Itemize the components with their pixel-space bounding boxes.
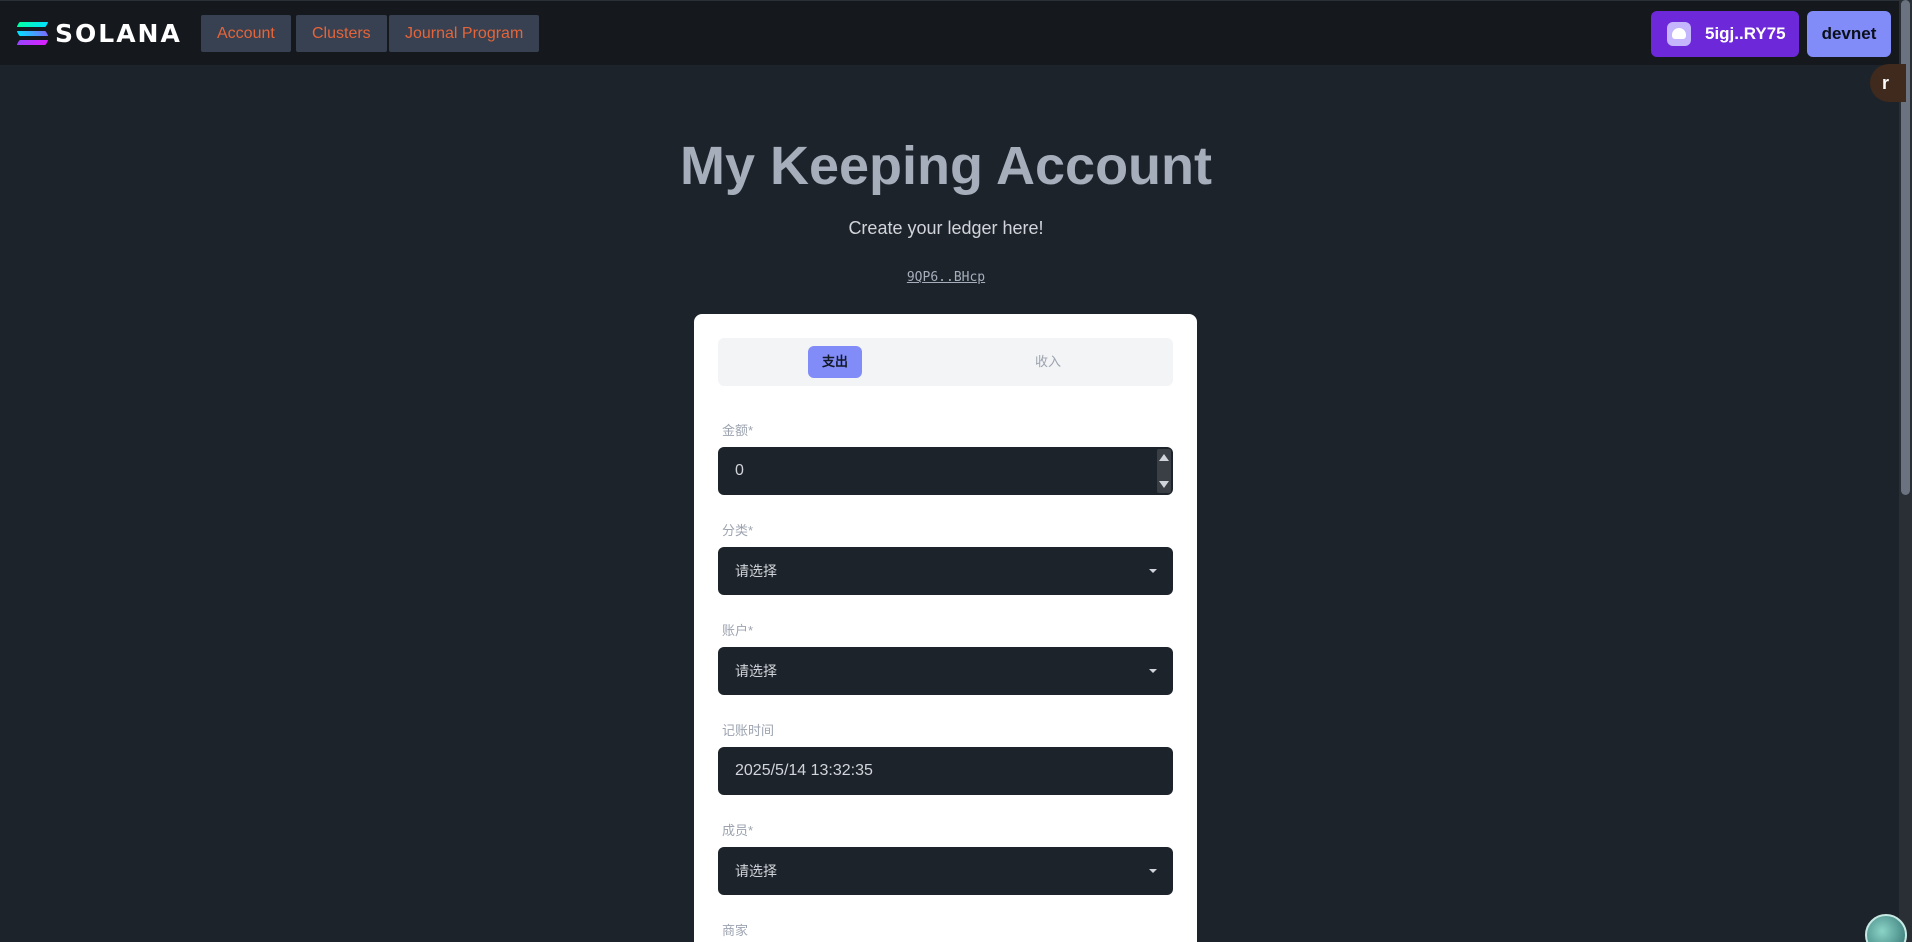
nav-link-journal-program[interactable]: Journal Program bbox=[389, 15, 540, 52]
floating-side-button[interactable]: r bbox=[1870, 64, 1906, 102]
page-scrollbar[interactable] bbox=[1899, 0, 1912, 942]
caret-down-icon bbox=[1149, 669, 1157, 673]
amount-stepper[interactable] bbox=[1157, 449, 1171, 493]
page-subtitle: Create your ledger here! bbox=[848, 218, 1044, 238]
member-value: 请选择 bbox=[735, 863, 777, 879]
program-address-link[interactable]: 9QP6..BHcp bbox=[0, 270, 1892, 285]
member-select[interactable]: 请选择 bbox=[718, 847, 1173, 895]
page-title: My Keeping Account bbox=[679, 136, 1213, 196]
account-value: 请选择 bbox=[735, 663, 777, 679]
side-badge-icon: r bbox=[1882, 73, 1890, 93]
tab-expense[interactable]: 支出 bbox=[808, 346, 862, 378]
time-label: 记账时间 bbox=[722, 723, 775, 738]
time-input[interactable]: 2025/5/14 13:32:35 bbox=[718, 747, 1173, 795]
category-select[interactable]: 请选择 bbox=[718, 547, 1173, 595]
merchant-label: 商家 bbox=[722, 923, 749, 938]
member-label: 成员* bbox=[722, 823, 754, 838]
top-nav-bar: SOLANA Account Clusters Journal Program … bbox=[0, 0, 1899, 65]
phantom-wallet-icon bbox=[1667, 22, 1691, 46]
wallet-address-label: 5igj..RY75 bbox=[1705, 24, 1786, 43]
solana-logo[interactable]: SOLANA bbox=[16, 19, 182, 48]
amount-value: 0 bbox=[735, 462, 744, 479]
stepper-up-icon[interactable] bbox=[1159, 454, 1169, 461]
category-label: 分类* bbox=[722, 523, 754, 538]
cluster-select-button[interactable]: devnet bbox=[1807, 11, 1891, 57]
caret-down-icon bbox=[1149, 569, 1157, 573]
entry-type-tabs: 支出 收入 bbox=[718, 338, 1173, 386]
tab-income[interactable]: 收入 bbox=[1028, 346, 1068, 378]
amount-input[interactable]: 0 bbox=[718, 447, 1173, 495]
nav-link-account[interactable]: Account bbox=[201, 15, 291, 52]
nav-link-clusters[interactable]: Clusters bbox=[296, 15, 387, 52]
stepper-down-icon[interactable] bbox=[1159, 481, 1169, 488]
account-select[interactable]: 请选择 bbox=[718, 647, 1173, 695]
solana-logo-icon bbox=[16, 21, 49, 47]
amount-label: 金额* bbox=[722, 423, 754, 438]
ledger-form-card: 支出 收入 金额* 0 分类* 请选择 账户* 请选择 记账时间 2025/5/… bbox=[694, 314, 1197, 942]
brand-name: SOLANA bbox=[55, 19, 182, 48]
caret-down-icon bbox=[1149, 869, 1157, 873]
account-label: 账户* bbox=[722, 623, 754, 638]
category-value: 请选择 bbox=[735, 563, 777, 579]
wallet-button[interactable]: 5igj..RY75 bbox=[1651, 11, 1799, 57]
time-value: 2025/5/14 13:32:35 bbox=[735, 762, 873, 779]
